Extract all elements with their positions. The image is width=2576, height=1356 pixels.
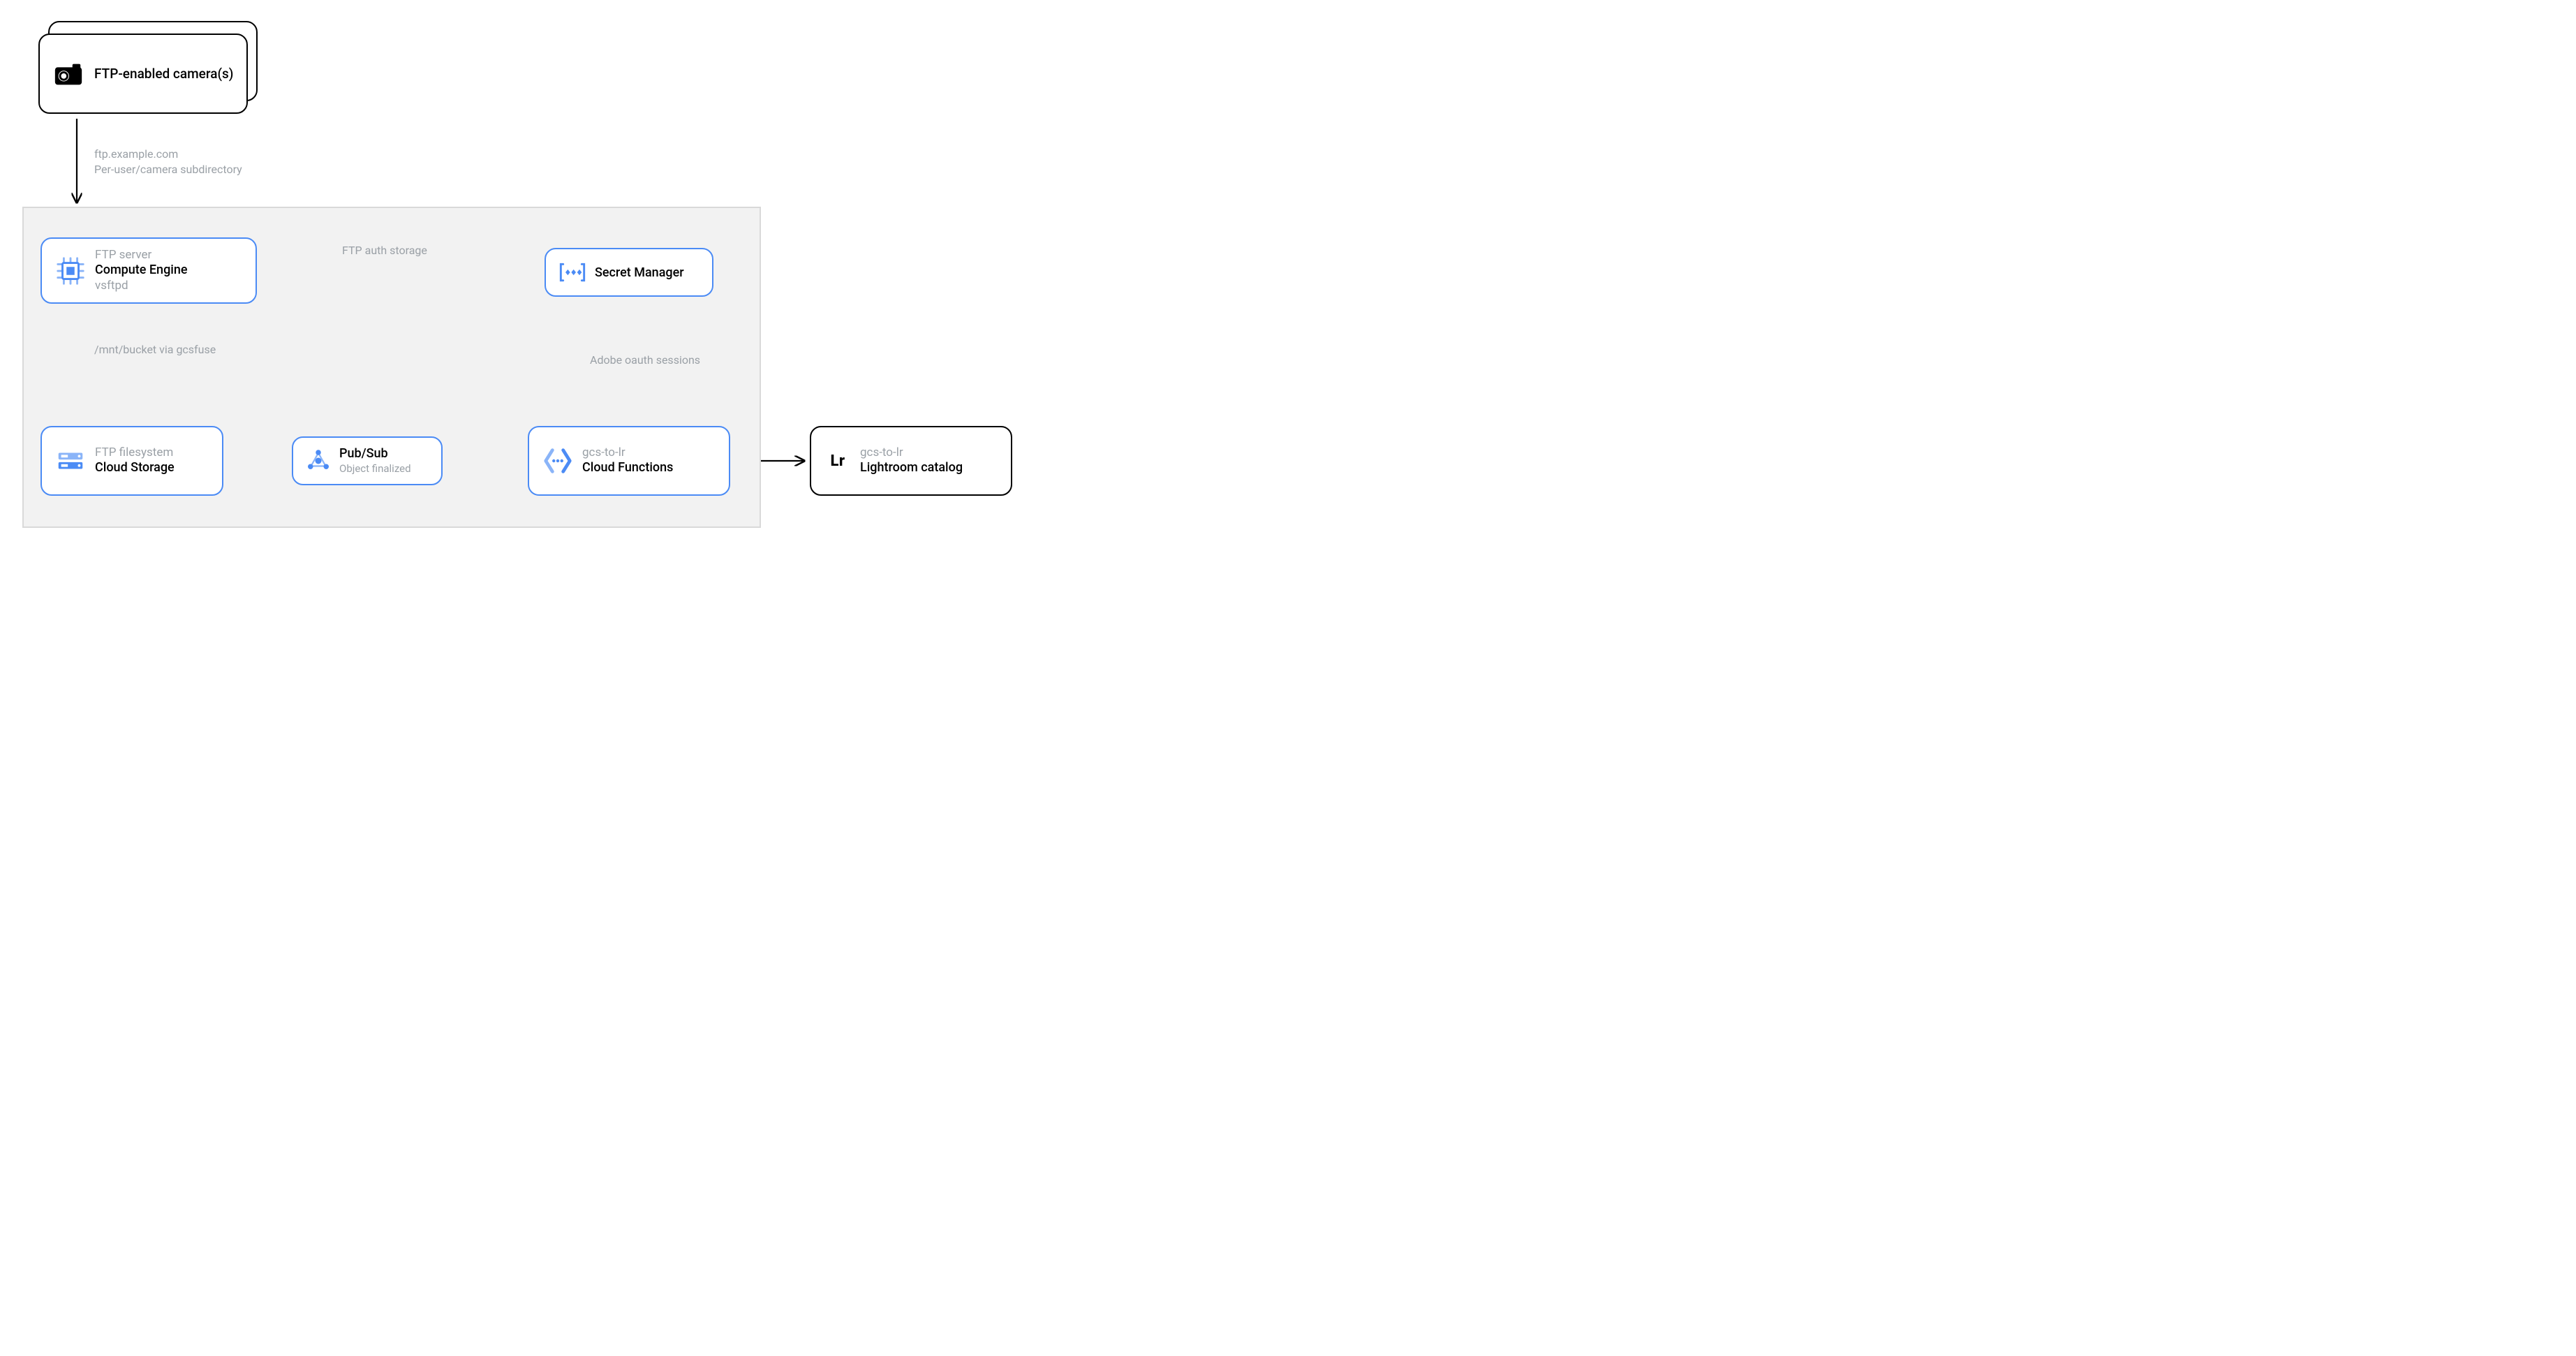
compute-under: vsftpd: [95, 279, 188, 293]
node-secret-manager: Secret Manager: [545, 248, 713, 297]
edge-camera-compute: ftp.example.com Per-user/camera subdirec…: [94, 147, 242, 177]
storage-over: FTP filesystem: [95, 445, 175, 460]
node-lightroom: Lr gcs-to-lr Lightroom catalog: [810, 426, 1012, 496]
lightroom-icon: Lr: [824, 447, 852, 475]
edge-compute-secret: FTP auth storage: [342, 243, 427, 258]
camera-stack: FTP-enabled camera(s): [38, 21, 262, 119]
diagram-canvas: FTP-enabled camera(s) FTP server Compute…: [0, 0, 1047, 552]
camera-label: FTP-enabled camera(s): [94, 66, 233, 82]
pubsub-title: Pub/Sub: [339, 446, 411, 462]
node-cloud-storage: FTP filesystem Cloud Storage: [40, 426, 223, 496]
cloud-storage-icon: [54, 445, 87, 477]
pubsub-icon: [306, 448, 331, 473]
node-pubsub: Pub/Sub Object finalized: [292, 436, 443, 485]
lightroom-over: gcs-to-lr: [860, 445, 963, 460]
lightroom-title: Lightroom catalog: [860, 460, 963, 476]
edge-compute-storage: /mnt/bucket via gcsfuse: [94, 342, 216, 358]
compute-engine-icon: [54, 255, 87, 287]
camera-icon: [52, 58, 84, 90]
compute-over: FTP server: [95, 248, 188, 263]
functions-over: gcs-to-lr: [582, 445, 673, 460]
node-compute-engine: FTP server Compute Engine vsftpd: [40, 237, 257, 304]
compute-title: Compute Engine: [95, 263, 188, 279]
cloud-functions-icon: [542, 445, 574, 477]
functions-title: Cloud Functions: [582, 460, 673, 476]
pubsub-under: Object finalized: [339, 462, 411, 476]
edge-secret-functions: Adobe oauth sessions: [590, 353, 700, 368]
storage-title: Cloud Storage: [95, 460, 175, 476]
secret-manager-icon: [558, 263, 586, 282]
secret-title: Secret Manager: [595, 265, 684, 280]
node-cloud-functions: gcs-to-lr Cloud Functions: [528, 426, 730, 496]
